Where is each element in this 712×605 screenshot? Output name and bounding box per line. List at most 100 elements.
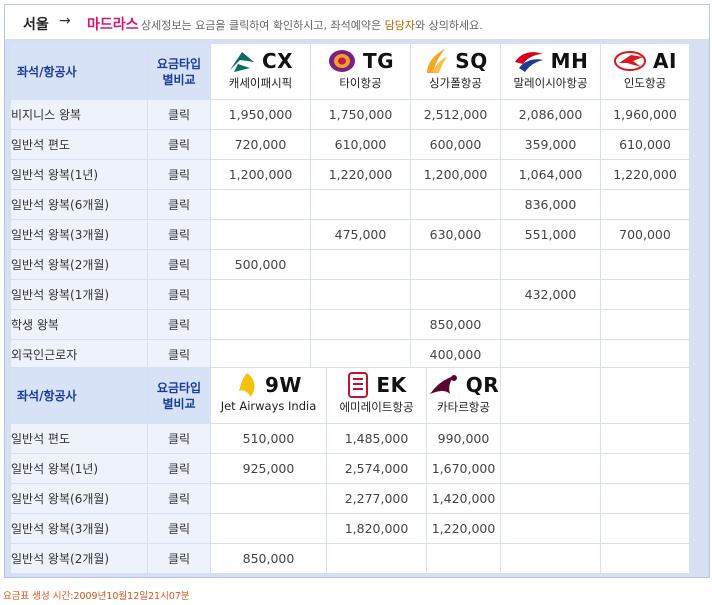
fare-price[interactable]: 1,220,000 bbox=[310, 159, 411, 190]
fare-price[interactable]: 1,200,000 bbox=[410, 159, 501, 190]
fare-row: 일반석 왕복(6개월) 클릭 836,000 bbox=[10, 189, 690, 220]
destination-city: 마드라스 bbox=[87, 17, 139, 33]
fare-price[interactable]: 610,000 bbox=[310, 129, 411, 160]
fare-price[interactable]: 610,000 bbox=[600, 129, 690, 160]
fare-type-label: 일반석 왕복(1년) bbox=[10, 159, 148, 190]
airline-header-sq[interactable]: SQ 싱가폴항공 bbox=[410, 43, 501, 100]
compare-click-link[interactable]: 클릭 bbox=[147, 483, 211, 514]
emirates-logo-icon bbox=[348, 372, 369, 398]
table1-header-row: 좌석/항공사 요금타입 별비교 CX 캐세이패시픽 TG 타이항공 SQ 싱가폴… bbox=[10, 43, 690, 100]
empty-cell bbox=[600, 513, 690, 544]
fare-price[interactable]: 600,000 bbox=[410, 129, 501, 160]
airline-name: 인도항공 bbox=[623, 76, 667, 90]
compare-click-link[interactable]: 클릭 bbox=[147, 129, 211, 160]
empty-cell bbox=[500, 309, 601, 340]
airline-header-tg[interactable]: TG 타이항공 bbox=[310, 43, 411, 100]
fare-price[interactable]: 1,670,000 bbox=[426, 453, 501, 484]
fare-row: 일반석 편도 클릭 510,000 1,485,000 990,000 bbox=[10, 423, 690, 454]
compare-click-link[interactable]: 클릭 bbox=[147, 543, 211, 574]
fare-price[interactable]: 475,000 bbox=[310, 219, 411, 250]
fare-price[interactable]: 720,000 bbox=[210, 129, 311, 160]
fare-price[interactable]: 510,000 bbox=[210, 423, 327, 454]
airline-header-ek[interactable]: EK 에미레이트항공 bbox=[326, 367, 427, 424]
compare-click-link[interactable]: 클릭 bbox=[147, 453, 211, 484]
fare-price[interactable]: 850,000 bbox=[210, 543, 327, 574]
airline-header-cx[interactable]: CX 캐세이패시픽 bbox=[210, 43, 311, 100]
col-compare-line1: 요금타입 bbox=[156, 56, 202, 71]
fare-price[interactable]: 1,485,000 bbox=[326, 423, 427, 454]
fare-price[interactable]: 2,086,000 bbox=[500, 99, 601, 130]
empty-cell bbox=[426, 543, 501, 574]
airline-header-qr[interactable]: QR 카타르항공 bbox=[426, 367, 501, 424]
fare-row: 일반석 왕복(1개월) 클릭 432,000 bbox=[10, 279, 690, 310]
fare-price[interactable]: 500,000 bbox=[210, 249, 311, 280]
empty-header-cell bbox=[500, 367, 601, 424]
fare-price[interactable]: 1,200,000 bbox=[210, 159, 311, 190]
fare-price[interactable]: 432,000 bbox=[500, 279, 601, 310]
fare-type-label: 일반석 편도 bbox=[10, 129, 148, 160]
empty-cell bbox=[210, 339, 311, 370]
fare-price[interactable]: 700,000 bbox=[600, 219, 690, 250]
fare-table-frame: 서울 → 마드라스 상세정보는 요금을 클릭하여 확인하시고, 좌석예약은 담당… bbox=[4, 4, 710, 578]
empty-cell bbox=[410, 279, 501, 310]
fare-price[interactable]: 630,000 bbox=[410, 219, 501, 250]
airline-code: SQ bbox=[455, 49, 488, 73]
fare-row: 일반석 왕복(2개월) 클릭 850,000 bbox=[10, 543, 690, 574]
compare-click-link[interactable]: 클릭 bbox=[147, 189, 211, 220]
compare-click-link[interactable]: 클릭 bbox=[147, 249, 211, 280]
fare-row: 일반석 왕복(2개월) 클릭 500,000 bbox=[10, 249, 690, 280]
info-note: 상세정보는 요금을 클릭하여 확인하시고, 좌석예약은 담당자와 상의하세요. bbox=[141, 17, 483, 33]
fare-price[interactable]: 359,000 bbox=[500, 129, 601, 160]
compare-click-link[interactable]: 클릭 bbox=[147, 159, 211, 190]
empty-cell bbox=[310, 339, 411, 370]
empty-cell bbox=[210, 219, 311, 250]
airline-name: 카타르항공 bbox=[437, 400, 490, 414]
fare-type-label: 일반석 왕복(3개월) bbox=[10, 513, 148, 544]
fare-price[interactable]: 1,960,000 bbox=[600, 99, 690, 130]
compare-click-link[interactable]: 클릭 bbox=[147, 309, 211, 340]
fare-price[interactable]: 2,574,000 bbox=[326, 453, 427, 484]
col-compare-header: 요금타입 별비교 bbox=[147, 43, 211, 100]
fare-price[interactable]: 925,000 bbox=[210, 453, 327, 484]
fare-price[interactable]: 836,000 bbox=[500, 189, 601, 220]
fare-price[interactable]: 400,000 bbox=[410, 339, 501, 370]
fare-price[interactable]: 1,750,000 bbox=[310, 99, 411, 130]
fare-price[interactable]: 2,277,000 bbox=[326, 483, 427, 514]
empty-cell bbox=[500, 339, 601, 370]
fare-row: 일반석 왕복(1년) 클릭 1,200,000 1,220,000 1,200,000 1… bbox=[10, 159, 690, 190]
fare-price[interactable]: 1,220,000 bbox=[600, 159, 690, 190]
fare-type-label: 일반석 왕복(2개월) bbox=[10, 543, 148, 574]
airline-header-9w[interactable]: 9W Jet Airways India bbox=[210, 367, 327, 424]
airline-code: AI bbox=[653, 49, 677, 73]
empty-cell bbox=[410, 249, 501, 280]
fare-price[interactable]: 1,064,000 bbox=[500, 159, 601, 190]
agent-link[interactable]: 담당자 bbox=[385, 19, 415, 32]
fare-price[interactable]: 1,220,000 bbox=[426, 513, 501, 544]
fare-price[interactable]: 551,000 bbox=[500, 219, 601, 250]
empty-cell bbox=[326, 543, 427, 574]
fare-price[interactable]: 990,000 bbox=[426, 423, 501, 454]
route-header: 서울 → 마드라스 상세정보는 요금을 클릭하여 확인하시고, 좌석예약은 담당… bbox=[5, 5, 709, 39]
singapore-airlines-logo-icon bbox=[427, 49, 448, 73]
fare-type-label: 일반석 왕복(2개월) bbox=[10, 249, 148, 280]
empty-cell bbox=[500, 453, 601, 484]
fare-type-label: 일반석 왕복(3개월) bbox=[10, 219, 148, 250]
compare-click-link[interactable]: 클릭 bbox=[147, 279, 211, 310]
fare-price[interactable]: 2,512,000 bbox=[410, 99, 501, 130]
fare-price[interactable]: 1,820,000 bbox=[326, 513, 427, 544]
compare-click-link[interactable]: 클릭 bbox=[147, 219, 211, 250]
fare-price[interactable]: 850,000 bbox=[410, 309, 501, 340]
compare-click-link[interactable]: 클릭 bbox=[147, 513, 211, 544]
compare-click-link[interactable]: 클릭 bbox=[147, 99, 211, 130]
compare-click-link[interactable]: 클릭 bbox=[147, 339, 211, 370]
empty-cell bbox=[500, 483, 601, 514]
airline-header-mh[interactable]: MH 말레이시아항공 bbox=[500, 43, 601, 100]
fare-price[interactable]: 1,420,000 bbox=[426, 483, 501, 514]
fare-row: 외국인근로자 클릭 400,000 bbox=[10, 339, 690, 370]
empty-header-cell bbox=[600, 367, 690, 424]
compare-click-link[interactable]: 클릭 bbox=[147, 423, 211, 454]
fare-price[interactable]: 1,950,000 bbox=[210, 99, 311, 130]
airline-name: 말레이시아항공 bbox=[513, 76, 588, 90]
airline-header-ai[interactable]: AI 인도항공 bbox=[600, 43, 690, 100]
thai-airways-logo-icon bbox=[328, 50, 355, 72]
